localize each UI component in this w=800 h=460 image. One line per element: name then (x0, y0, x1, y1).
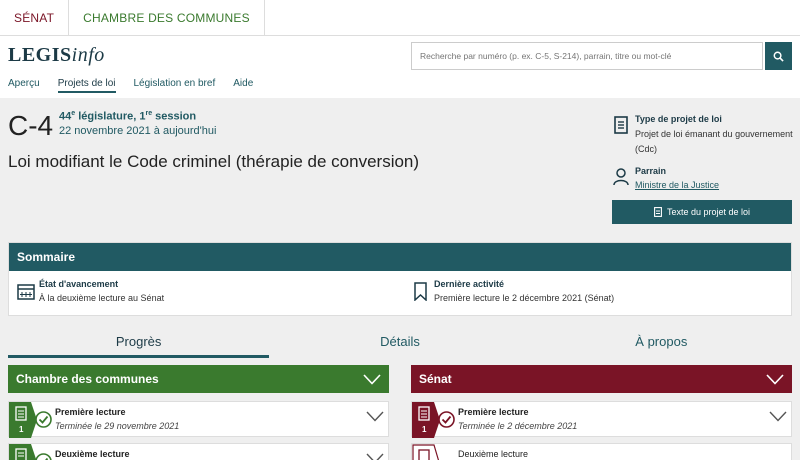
senate-stage-first-reading[interactable]: 1 Première lecture Terminée le 2 décembr… (411, 401, 792, 438)
senate-title: Sénat (419, 372, 452, 386)
bill-code: C-4 (8, 110, 54, 141)
stage-document-outline-icon (412, 444, 440, 460)
bill-text-button[interactable]: Texte du projet de loi (612, 200, 792, 224)
check-circle-icon (438, 411, 455, 428)
nav-legislation-en-bref[interactable]: Législation en bref (134, 78, 216, 93)
senate-stage-second-reading[interactable]: Deuxième lecture (411, 443, 792, 460)
stage-date: Terminée le 2 décembre 2021 (458, 421, 578, 431)
nav-projets-de-loi[interactable]: Projets de loi (57, 78, 116, 93)
chevron-down-icon[interactable] (366, 411, 384, 422)
legisinfo-logo[interactable]: LEGISinfo (8, 44, 105, 67)
stage-number: 1 (19, 425, 24, 434)
search-icon (773, 51, 784, 62)
stage-number: 1 (422, 425, 427, 434)
chevron-down-icon[interactable] (769, 411, 787, 422)
commons-header[interactable]: Chambre des communes (8, 365, 389, 393)
tab-communes[interactable]: CHAMBRE DES COMMUNES (69, 0, 265, 35)
tab-details[interactable]: Détails (269, 330, 530, 358)
document-icon (614, 116, 628, 134)
commons-stage-second-reading[interactable]: 2 Deuxième lecture (8, 443, 389, 460)
summary-heading: Sommaire (9, 243, 791, 271)
stage-title: Deuxième lecture (55, 449, 130, 459)
legislature-number: 44 (59, 110, 72, 123)
sponsor-label: Parrain (635, 166, 667, 176)
sponsor-link[interactable]: Ministre de la Justice (635, 180, 795, 190)
status-label: État d'avancement (39, 279, 119, 289)
stage-title: Deuxième lecture (458, 449, 529, 459)
chevron-down-icon (363, 373, 381, 385)
senate-header[interactable]: Sénat (411, 365, 792, 393)
bill-type: Type de projet de loi Projet de loi éman… (635, 114, 795, 157)
file-icon (654, 207, 662, 217)
site-header: LEGISinfo Aperçu Projets de loi Législat… (0, 36, 800, 98)
check-circle-icon (35, 453, 52, 460)
stage-title: Première lecture (458, 407, 529, 417)
search-input[interactable] (411, 42, 763, 70)
tab-progres[interactable]: Progrès (8, 330, 270, 358)
bill-text-label: Texte du projet de loi (666, 207, 751, 217)
nav-apercu[interactable]: Aperçu (8, 78, 40, 93)
chamber-nav: SÉNAT CHAMBRE DES COMMUNES (0, 0, 800, 36)
person-icon (613, 168, 629, 186)
last-activity-value: Première lecture le 2 décembre 2021 (Sén… (434, 293, 615, 303)
bill-sponsor: Parrain Ministre de la Justice (635, 166, 795, 190)
bookmark-icon (414, 282, 427, 301)
chevron-down-icon (766, 373, 784, 385)
check-circle-icon (35, 411, 52, 428)
legislature-session: 44e législature, 1re session (59, 110, 196, 123)
tab-a-propos[interactable]: À propos (531, 330, 792, 358)
commons-stage-first-reading[interactable]: 1 Première lecture Terminée le 29 novemb… (8, 401, 389, 438)
bill-title: Loi modifiant le Code criminel (thérapie… (8, 152, 420, 171)
logo-bold-text: LEGIS (8, 44, 72, 66)
legislature-text: législature, 1 (75, 110, 146, 123)
last-activity-item: Dernière activité Première lecture le 2 … (434, 279, 614, 303)
search-button[interactable] (765, 42, 792, 70)
bill-type-label: Type de projet de loi (635, 114, 722, 124)
summary-panel: Sommaire État d'avancement À la deuxième… (8, 242, 792, 316)
commons-title: Chambre des communes (16, 372, 159, 386)
progress-tabs: Progrès Détails À propos (8, 330, 792, 358)
logo-italic-text: info (71, 44, 105, 66)
bill-type-value: Projet de loi émanant du gouvernement (C… (635, 129, 793, 154)
calendar-icon (17, 284, 35, 300)
stage-title: Première lecture (55, 407, 126, 417)
main-nav: Aperçu Projets de loi Législation en bre… (8, 78, 253, 93)
session-text: session (152, 110, 197, 123)
last-activity-label: Dernière activité (434, 279, 505, 289)
status-value: À la deuxième lecture au Sénat (39, 293, 165, 303)
status-item: État d'avancement À la deuxième lecture … (39, 279, 164, 303)
stage-document-badge-icon (9, 444, 37, 460)
tab-senat[interactable]: SÉNAT (0, 0, 70, 35)
chevron-down-icon[interactable] (366, 453, 384, 460)
bill-date-range: 22 novembre 2021 à aujourd'hui (59, 125, 217, 137)
stage-date: Terminée le 29 novembre 2021 (55, 421, 180, 431)
nav-aide[interactable]: Aide (233, 78, 253, 93)
